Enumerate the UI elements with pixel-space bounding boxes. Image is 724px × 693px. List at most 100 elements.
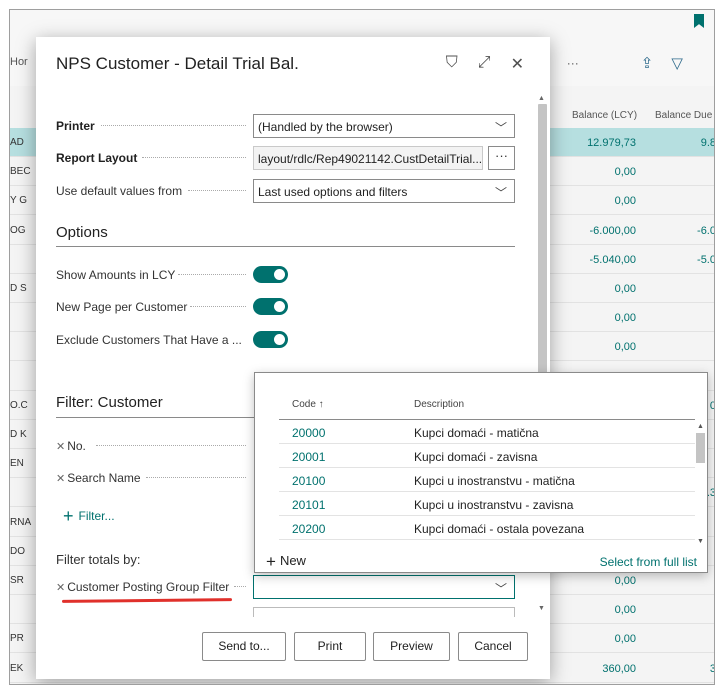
new-page-per-customer-toggle[interactable] — [253, 298, 288, 315]
background-row-balance-due[interactable]: 3 — [646, 663, 714, 675]
background-row-balance[interactable]: 360,00 — [556, 663, 636, 675]
lookup-row[interactable]: 20001 Kupci domaći - zavisna — [279, 444, 695, 468]
leader-dots — [188, 190, 246, 191]
preview-button[interactable]: Preview — [373, 632, 450, 661]
background-row-balance[interactable]: 0,00 — [556, 633, 636, 645]
column-balance-due[interactable]: Balance Due — [655, 110, 712, 121]
filter-name: No. — [67, 439, 86, 453]
remove-filter-icon[interactable]: ✕ — [56, 473, 65, 485]
leader-dots — [101, 125, 246, 126]
lookup-footer: + New Select from full list — [255, 547, 707, 573]
background-row-balance[interactable]: 0,00 — [556, 604, 636, 616]
lookup-scrollbar-thumb[interactable] — [696, 433, 705, 463]
options-divider — [56, 246, 515, 247]
next-field-partial — [253, 607, 515, 617]
background-row-balance[interactable]: -6.000,00 — [556, 225, 636, 237]
lookup-col-code[interactable]: Code ↑ — [292, 399, 324, 410]
background-row-balance[interactable]: 0,00 — [556, 341, 636, 353]
option-row: Show Amounts in LCY — [56, 263, 516, 287]
exclude-customers-toggle[interactable] — [253, 331, 288, 348]
lookup-row-code[interactable]: 20100 — [292, 474, 325, 488]
lookup-row-description: Kupci domaći - zavisna — [414, 450, 538, 464]
background-row-name: PR — [10, 633, 24, 644]
lookup-row-code[interactable]: 20000 — [292, 426, 325, 440]
lookup-col-description[interactable]: Description — [414, 399, 464, 410]
lookup-row-code[interactable]: 20200 — [292, 522, 325, 536]
show-amounts-lcy-toggle[interactable] — [253, 266, 288, 283]
option-row: Exclude Customers That Have a ... — [56, 328, 516, 352]
background-row-balance[interactable]: 0,00 — [556, 575, 636, 587]
close-icon[interactable]: ✕ — [511, 54, 524, 74]
filter-label: ✕ Search Name — [56, 471, 141, 485]
expand-icon[interactable]: ⤢ — [478, 54, 491, 74]
background-row-balance[interactable]: -5.040,00 — [556, 254, 636, 266]
lookup-new-button[interactable]: + New — [266, 552, 306, 572]
send-to-button[interactable]: Send to... — [202, 632, 286, 661]
lookup-row-code[interactable]: 20101 — [292, 498, 325, 512]
background-row-name: OG — [10, 225, 26, 236]
background-row-balance[interactable]: 0,00 — [556, 166, 636, 178]
background-toolbar-more[interactable]: ··· — [567, 56, 579, 70]
scroll-down-icon[interactable]: ▼ — [538, 605, 545, 612]
report-layout-more-button[interactable]: ··· — [488, 146, 515, 170]
lookup-row[interactable]: 20200 Kupci domaći - ostala povezana — [279, 516, 695, 540]
column-balance-lcy[interactable]: Balance (LCY) — [572, 110, 637, 121]
options-heading: Options — [56, 224, 108, 241]
background-toolbar: d ∨ ··· ⇪ ▽ — [530, 54, 683, 72]
lookup-row-code[interactable]: 20001 — [292, 450, 325, 464]
cpg-filter-name: Customer Posting Group Filter — [67, 580, 230, 594]
background-row-balance[interactable]: 0,00 — [556, 283, 636, 295]
cancel-button[interactable]: Cancel — [458, 632, 528, 661]
background-row-balance-due[interactable]: -5.0 — [646, 254, 714, 266]
add-filter-link[interactable]: + Filter... — [63, 506, 115, 527]
dialog-scrollbar-thumb[interactable] — [538, 104, 547, 404]
background-row-name: EN — [10, 458, 24, 469]
chevron-down-icon: ﹀ — [494, 186, 507, 200]
scroll-up-icon[interactable]: ▲ — [697, 423, 704, 430]
filter-customer-heading: Filter: Customer — [56, 394, 163, 411]
select-from-full-list-link[interactable]: Select from full list — [600, 555, 697, 569]
lookup-row-description: Kupci u inostranstvu - matična — [414, 474, 575, 488]
print-button[interactable]: Print — [294, 632, 366, 661]
share-icon[interactable]: ⇪ — [641, 54, 654, 72]
default-values-select[interactable]: Last used options and filters ﹀ — [253, 179, 515, 203]
lookup-row[interactable]: 20100 Kupci u inostranstvu - matična — [279, 468, 695, 492]
report-layout-field[interactable]: layout/rdlc/Rep49021142.CustDetailTrial.… — [253, 146, 483, 170]
dialog-window-controls: ⛉ ⤢ ✕ — [446, 54, 524, 74]
leader-dots — [142, 157, 246, 158]
add-filter-label: Filter... — [78, 509, 115, 523]
background-row-balance-due[interactable]: -6.0 — [646, 225, 714, 237]
background-row-name: O.C — [10, 400, 28, 411]
default-values-label: Use default values from — [56, 184, 183, 198]
printer-value: (Handled by the browser) — [258, 120, 393, 134]
option-row: New Page per Customer — [56, 295, 516, 319]
background-row-name: Y G — [10, 195, 28, 206]
background-row-name: EK — [10, 663, 24, 674]
bookmark-icon[interactable]: ⛉ — [446, 54, 458, 74]
lookup-row[interactable]: 20000 Kupci domaći - matična — [279, 420, 695, 444]
lookup-row[interactable]: 20101 Kupci u inostranstvu - zavisna — [279, 492, 695, 516]
chevron-down-icon: ﹀ — [494, 121, 507, 135]
customer-posting-group-filter-input[interactable]: ﹀ — [253, 575, 515, 599]
report-request-dialog: NPS Customer - Detail Trial Bal. ⛉ ⤢ ✕ ▲… — [36, 37, 550, 679]
background-row-name: DO — [10, 546, 25, 557]
filter-totals-label: Filter totals by: — [56, 552, 141, 567]
plus-icon: + — [63, 506, 74, 526]
leader-dots — [234, 586, 246, 587]
background-row-balance[interactable]: 0,00 — [556, 195, 636, 207]
background-row-balance-due[interactable]: 9.8 — [646, 137, 714, 149]
plus-icon: + — [266, 552, 276, 571]
scroll-down-icon[interactable]: ▼ — [697, 538, 704, 545]
printer-select[interactable]: (Handled by the browser) ﹀ — [253, 114, 515, 138]
posting-group-lookup: Code ↑ Description 20000 Kupci domaći - m… — [254, 372, 708, 573]
background-row-balance[interactable]: 12.979,73 — [556, 137, 636, 149]
background-row-name: BEC — [10, 166, 31, 177]
lookup-row-description: Kupci domaći - matična — [414, 426, 539, 440]
filter-icon[interactable]: ▽ — [671, 54, 683, 72]
lookup-row[interactable]: 20201Kupci u inostranstvu - ostala povez… — [279, 540, 695, 546]
remove-filter-icon[interactable]: ✕ — [56, 582, 65, 594]
background-row-balance[interactable]: 0,00 — [556, 312, 636, 324]
remove-filter-icon[interactable]: ✕ — [56, 441, 65, 453]
scroll-up-icon[interactable]: ▲ — [538, 95, 545, 102]
filter-name: Search Name — [67, 471, 141, 485]
